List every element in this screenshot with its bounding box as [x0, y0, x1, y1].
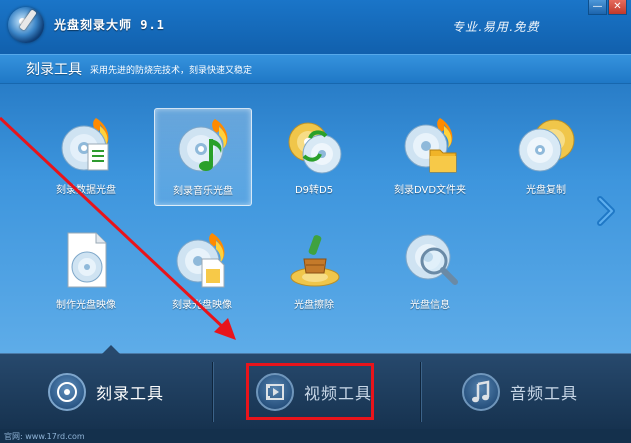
tool-disc-erase[interactable]: 光盘擦除 — [266, 223, 362, 319]
tool-burn-data-disc[interactable]: 刻录数据光盘 — [38, 108, 134, 204]
tab-divider — [212, 362, 213, 422]
tool-label: 刻录光盘映像 — [172, 300, 232, 311]
burn-dvd-folder-icon — [404, 118, 457, 173]
tool-label: 刻录数据光盘 — [56, 185, 116, 196]
status-bar: 官网: www.17rd.com — [0, 429, 631, 443]
burn-disc-tab-icon — [48, 373, 86, 411]
section-description: 采用先进的防烧完技术，刻录快速又稳定 — [90, 66, 253, 76]
tool-label: 制作光盘映像 — [56, 300, 116, 311]
tool-d9-to-d5[interactable]: D9转D5 — [266, 108, 362, 204]
tab-burn-tools[interactable]: 刻录工具 — [48, 354, 164, 430]
burn-data-disc-icon — [61, 118, 109, 171]
close-button[interactable]: ✕ — [608, 0, 627, 15]
minimize-button[interactable]: — — [588, 0, 607, 15]
app-logo-icon — [8, 7, 44, 43]
tool-disc-info[interactable]: 光盘信息 — [382, 223, 478, 319]
tutorial-highlight-box — [246, 363, 374, 420]
tool-label: 光盘信息 — [410, 300, 450, 311]
tool-burn-dvd-folder[interactable]: 刻录DVD文件夹 — [382, 108, 478, 204]
tool-burn-disc-image[interactable]: 刻录光盘映像 — [154, 223, 250, 319]
window-controls: — ✕ — [587, 0, 627, 15]
app-window: 光盘刻录大师 9.1 专业.易用.免费 — ✕ 刻录工具 采用先进的防烧完技术，… — [0, 0, 631, 443]
tab-divider — [420, 362, 421, 422]
title-bar: 光盘刻录大师 9.1 专业.易用.免费 — ✕ — [0, 0, 631, 54]
tab-label: 音频工具 — [510, 384, 579, 403]
disc-info-icon — [405, 234, 458, 285]
tab-label: 刻录工具 — [96, 384, 165, 403]
section-header: 刻录工具 采用先进的防烧完技术，刻录快速又稳定 — [0, 54, 631, 84]
disc-copy-icon — [518, 119, 575, 172]
tools-grid: 刻录数据光盘 刻录音乐光盘 D9转D5 刻录DVD文件夹 光盘复制 制作光盘映像… — [0, 83, 631, 353]
active-tab-indicator — [102, 345, 120, 354]
next-page-arrow-icon[interactable] — [595, 196, 617, 226]
tool-disc-copy[interactable]: 光盘复制 — [498, 108, 594, 204]
tool-label: 刻录DVD文件夹 — [393, 185, 467, 196]
music-note-tab-icon — [462, 373, 500, 411]
website-text: 官网: www.17rd.com — [4, 432, 85, 441]
burn-disc-image-icon — [176, 233, 225, 288]
d9-to-d5-icon — [288, 122, 342, 174]
app-title: 光盘刻录大师 9.1 — [54, 18, 165, 32]
tool-label: 光盘擦除 — [294, 300, 334, 311]
burn-music-disc-icon — [178, 119, 228, 172]
tool-label: 刻录音乐光盘 — [173, 186, 233, 197]
tool-label: 光盘复制 — [526, 185, 566, 196]
section-title: 刻录工具 — [26, 62, 82, 78]
tool-label: D9转D5 — [294, 185, 334, 196]
tab-audio-tools[interactable]: 音频工具 — [462, 354, 578, 430]
tool-make-disc-image[interactable]: 制作光盘映像 — [38, 223, 134, 319]
disc-erase-icon — [290, 235, 340, 287]
tool-burn-music-disc[interactable]: 刻录音乐光盘 — [154, 108, 252, 206]
app-slogan: 专业.易用.免费 — [452, 20, 540, 34]
make-disc-image-icon — [67, 232, 107, 288]
